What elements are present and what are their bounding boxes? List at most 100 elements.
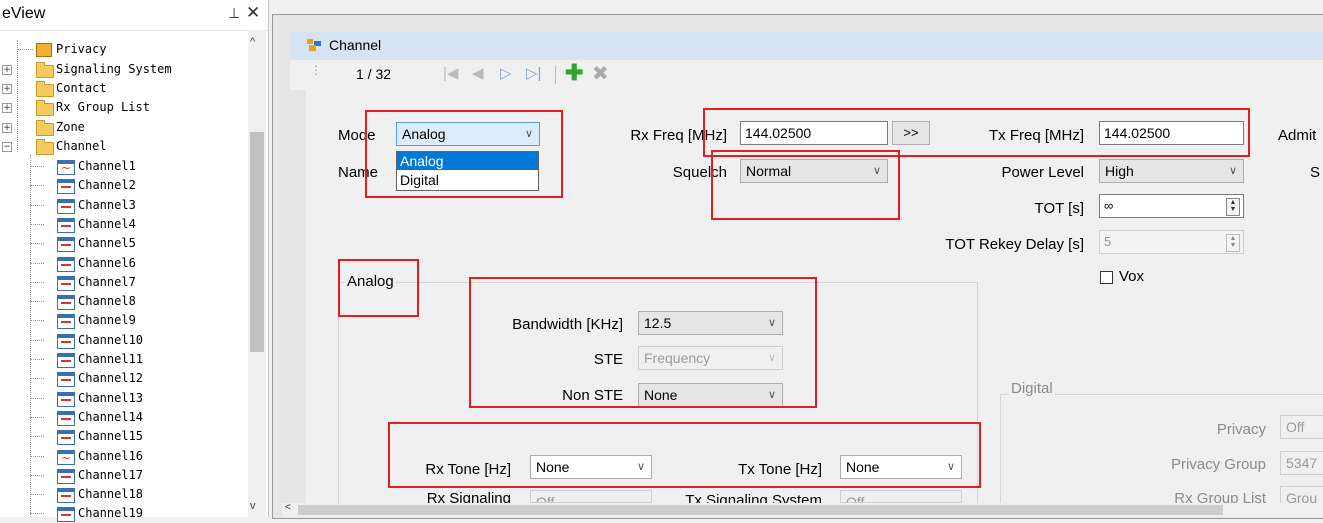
tree-item-channel-entry[interactable]: Channel19 [0, 504, 246, 523]
tree-item-zone[interactable]: + Zone [0, 118, 246, 137]
tree-item-channel-entry[interactable]: Channel17 [0, 466, 246, 485]
tx-signaling-select[interactable]: Off [840, 490, 962, 503]
channel-icon [57, 410, 75, 426]
previous-record-icon[interactable]: ◀ [472, 64, 484, 82]
tree-item-label: Contact [56, 81, 107, 95]
tree-item-channel-entry[interactable]: Channel6 [0, 254, 246, 273]
tree-item-channel-entry[interactable]: Channel9 [0, 311, 246, 330]
tree-item-label: Zone [56, 120, 85, 134]
privacy-group-select[interactable]: 5347 [1280, 451, 1323, 475]
power-level-select[interactable]: High ∨ [1099, 159, 1244, 183]
horizontal-scrollbar-thumb[interactable] [298, 505, 1223, 515]
tree-item-channel-entry[interactable]: Channel15 [0, 427, 246, 446]
rx-signaling-value: Off [536, 494, 555, 503]
tree-item-privacy[interactable]: Privacy [0, 40, 246, 59]
scroll-up-icon[interactable]: ^ [250, 36, 255, 48]
tree-item-channel-entry[interactable]: Channel8 [0, 292, 246, 311]
tot-rekey-value: 5 [1104, 234, 1112, 249]
highlight-box-squelch [711, 150, 900, 220]
tree-item-channel-entry[interactable]: Channel10 [0, 331, 246, 350]
scroll-left-icon[interactable]: < [285, 502, 291, 513]
tree-item-signaling-system[interactable]: + Signaling System [0, 60, 246, 79]
tree-guide-line [30, 513, 44, 515]
tree-guide-line [30, 455, 44, 457]
tree-item-channel-entry[interactable]: Channel5 [0, 234, 246, 253]
channel-icon [57, 295, 75, 311]
privacy-label: Privacy [1216, 421, 1266, 438]
tree-item-label: Signaling System [56, 62, 172, 76]
admit-label: Admit [1278, 127, 1317, 144]
squelch-label: Squelch [672, 164, 727, 181]
channel-icon [57, 468, 75, 484]
toolbar-grip: ⋮ [310, 63, 322, 77]
channel-icon [57, 198, 75, 214]
tree-guide-line [30, 281, 44, 283]
spin-arrows-icon[interactable]: ▲ ▼ [1226, 234, 1240, 252]
pin-icon[interactable]: ⊥ [228, 5, 240, 22]
channel-icon [57, 237, 75, 253]
vox-checkbox[interactable] [1100, 271, 1113, 284]
folder-icon [36, 100, 54, 116]
tot-value: ∞ [1104, 198, 1114, 213]
channel-icon [57, 430, 75, 446]
privacy-group-label: Privacy Group [1170, 456, 1266, 473]
delete-record-icon[interactable]: ✖ [592, 61, 609, 86]
tree-view-title: eView [2, 5, 46, 22]
tree-item-channel-entry[interactable]: Channel14 [0, 408, 246, 427]
spin-arrows-icon[interactable]: ▲ ▼ [1226, 198, 1240, 216]
tree-item-channel-entry[interactable]: Channel13 [0, 389, 246, 408]
tree-guide-line [30, 320, 44, 322]
privacy-select[interactable]: Off [1280, 415, 1323, 439]
scroll-down-icon[interactable]: v [250, 500, 256, 512]
tree-item-label: Channel [56, 139, 107, 153]
folder-icon [36, 120, 54, 136]
rx-signaling-select[interactable]: Off [530, 490, 652, 503]
tot-label: TOT [s] [1034, 200, 1084, 217]
tree-item-channel-entry[interactable]: Channel16 [0, 447, 246, 468]
digital-group-legend: Digital [1009, 380, 1055, 397]
tree-item-channel-entry[interactable]: Channel3 [0, 196, 246, 215]
expand-icon[interactable]: + [2, 84, 12, 94]
last-record-icon[interactable]: ▷| [526, 64, 541, 82]
expand-icon[interactable]: + [2, 123, 12, 133]
power-level-value: High [1105, 163, 1134, 179]
tree-item-channel-entry[interactable]: Channel11 [0, 350, 246, 369]
expand-icon[interactable]: + [2, 65, 12, 75]
tot-spinner[interactable]: ∞ ▲ ▼ [1099, 194, 1244, 218]
tree-item-label: Channel17 [78, 467, 144, 482]
tree-item-channel-entry[interactable]: Channel12 [0, 369, 246, 388]
tree-item-channel[interactable]: − Channel [0, 137, 246, 156]
tree-item-channel-entry[interactable]: Channel2 [0, 176, 246, 195]
channel-icon [57, 179, 75, 195]
channel-icon [57, 488, 75, 504]
vox-label: Vox [1119, 268, 1145, 285]
document-title: Channel [329, 37, 382, 53]
add-record-icon[interactable]: ✚ [565, 60, 583, 86]
highlight-box-bandwidth [469, 277, 817, 408]
tree-item-channel-entry[interactable]: Channel4 [0, 215, 246, 234]
tree-scrollbar-thumb[interactable] [250, 132, 264, 352]
tree-item-channel-entry[interactable]: Channel1 [0, 157, 246, 178]
expand-icon[interactable]: + [2, 103, 12, 113]
collapse-icon[interactable]: − [2, 142, 12, 152]
tree-guide-line [17, 49, 33, 50]
close-icon[interactable]: ✕ [246, 3, 260, 23]
tree-item-contact[interactable]: + Contact [0, 79, 246, 98]
tot-rekey-spinner[interactable]: 5 ▲ ▼ [1099, 230, 1244, 254]
tree-item-label: Channel4 [78, 216, 136, 231]
highlight-box-mode [365, 110, 563, 198]
channel-icon [57, 275, 75, 291]
tree-item-label: Channel14 [78, 409, 144, 424]
highlight-box-tones [388, 422, 981, 488]
tree-guide-line [30, 185, 44, 187]
tree-item-label: Channel13 [78, 390, 144, 405]
tree-item-channel-entry[interactable]: Channel7 [0, 273, 246, 292]
channel-icon [57, 507, 75, 523]
tree-item-label: Channel5 [78, 236, 136, 251]
next-record-icon[interactable]: ▷ [500, 64, 512, 82]
first-record-icon[interactable]: |◀ [443, 64, 458, 82]
tree-item-channel-entry[interactable]: Channel18 [0, 485, 246, 504]
tree-item-rx-group-list[interactable]: + Rx Group List [0, 98, 246, 117]
tree-item-label: Channel9 [78, 313, 136, 328]
tree-guide-line [30, 416, 44, 418]
